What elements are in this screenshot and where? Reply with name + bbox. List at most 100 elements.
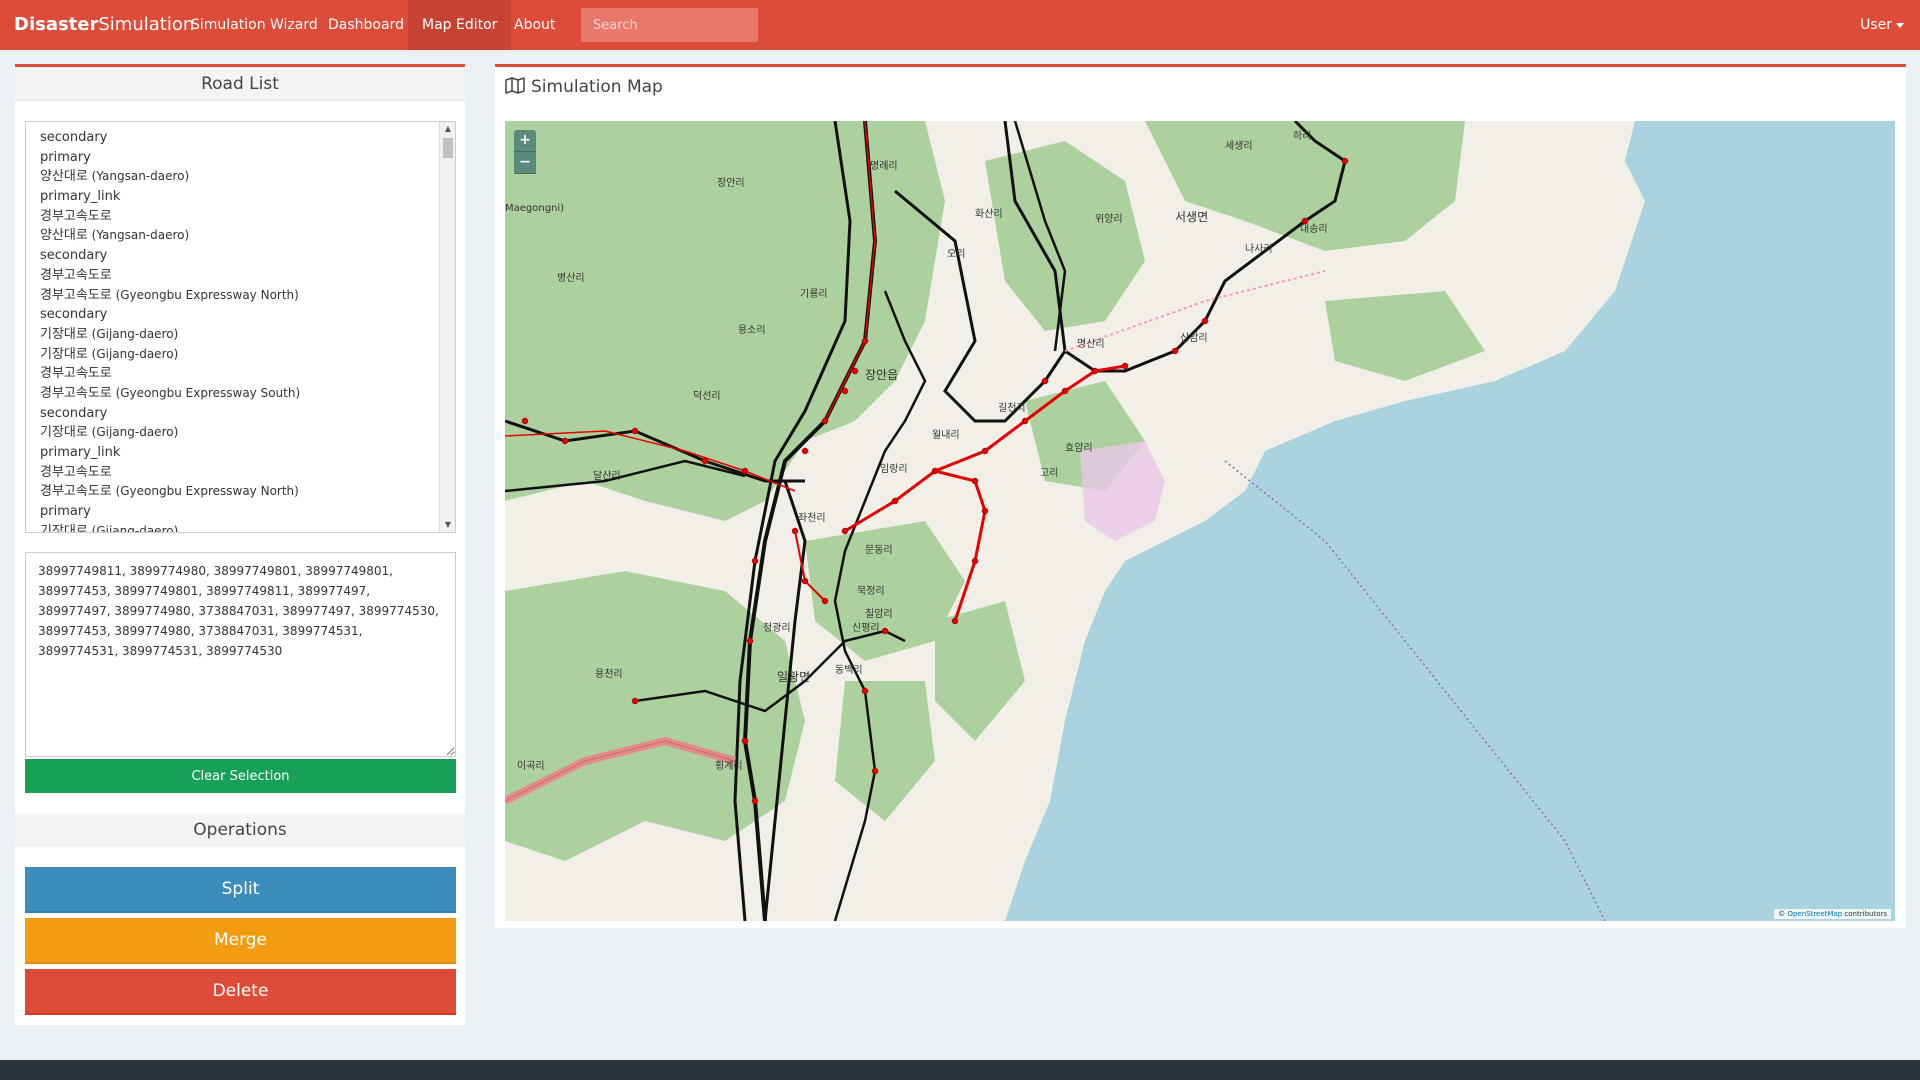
road-list-item[interactable]: secondary xyxy=(40,128,455,148)
road-list-item[interactable]: 경부고속도로 xyxy=(40,207,455,227)
road-name-english: (Gyeongbu Expressway North) xyxy=(111,287,299,302)
road-list-item[interactable]: 양산대로 (Yangsan-daero) xyxy=(40,167,455,187)
operations-title: Operations xyxy=(15,813,465,847)
selected-ids-textarea[interactable]: 38997749811, 3899774980, 38997749801, 38… xyxy=(25,552,456,757)
road-list-item[interactable]: 기장대로 (Gijang-daero) xyxy=(40,345,455,365)
label-hari: 하리 xyxy=(1293,129,1311,142)
road-list-title: Road List xyxy=(15,67,465,101)
chevron-down-icon xyxy=(1896,22,1904,28)
road-list-item[interactable]: 경부고속도로 xyxy=(40,266,455,286)
road-name: primary_link xyxy=(40,445,121,460)
nav-about[interactable]: About xyxy=(500,0,569,50)
scroll-thumb[interactable] xyxy=(443,138,453,158)
label-dalsan-ri: 달산리 xyxy=(593,470,621,482)
road-name: 경부고속도로 xyxy=(40,267,112,283)
search-input[interactable] xyxy=(581,8,758,42)
split-button[interactable]: Split xyxy=(25,867,456,913)
road-list-scrollbar[interactable]: ▲ ▼ xyxy=(439,122,455,532)
road-name: primary xyxy=(40,149,91,165)
attribution-link[interactable]: OpenStreetMap xyxy=(1787,910,1842,918)
road-list-item[interactable]: primary_link xyxy=(40,443,455,463)
label-yongso-ri: 용소리 xyxy=(738,324,766,336)
map-tiles[interactable]: 명례리 장안리 Maegongni) 화산리 위양리 서생면 신암리 대송리 나… xyxy=(505,121,1895,921)
label-ilgwang-myeon: 일광면 xyxy=(777,670,810,684)
scroll-up-icon[interactable]: ▲ xyxy=(440,122,455,136)
label-ori: 오리 xyxy=(947,248,965,260)
road-name-english: (Yangsan-daero) xyxy=(87,228,190,243)
delete-button[interactable]: Delete xyxy=(25,969,456,1015)
label-gori: 고리 xyxy=(1040,467,1058,479)
page-footer xyxy=(0,1060,1920,1080)
road-list-item[interactable]: 기장대로 (Gijang-daero) xyxy=(40,522,455,533)
road-list-item[interactable]: secondary xyxy=(40,305,455,325)
map-title-text: Simulation Map xyxy=(531,77,663,97)
zoom-out-button[interactable]: − xyxy=(514,152,536,174)
label-sinpyeong-ri: 신평리 xyxy=(852,622,880,634)
road-name-english: (Gijang-daero) xyxy=(87,425,179,440)
brand-logo[interactable]: DisasterSimulation xyxy=(14,14,194,35)
road-name-english: (Gyeongbu Expressway North) xyxy=(111,484,299,499)
road-list-item[interactable]: 양산대로 (Yangsan-daero) xyxy=(40,226,455,246)
label-donghae-ri: 동백리 xyxy=(835,664,863,676)
road-list-item[interactable]: secondary xyxy=(40,246,455,266)
label-giryong-ri: 기룡리 xyxy=(800,288,828,300)
map-icon xyxy=(505,77,525,99)
road-list-select[interactable]: secondary primary 양산대로 (Yangsan-daero) prim… xyxy=(25,121,456,533)
user-menu[interactable]: User xyxy=(1860,0,1904,50)
label-jangan-ri: 장안리 xyxy=(717,177,745,189)
road-name-english: (Yangsan-daero) xyxy=(87,169,190,184)
road-name-english: (Gijang-daero) xyxy=(87,523,179,533)
label-nasa-ri: 나사리 xyxy=(1245,243,1273,255)
label-imnang-ri: 임랑리 xyxy=(880,462,908,475)
label-wiyang-ri: 위양리 xyxy=(1095,212,1123,225)
road-list-item[interactable]: 경부고속도로 (Gyeongbu Expressway North) xyxy=(40,482,455,502)
road-list-panel: Road List secondary primary 양산대로 (Yangsan-… xyxy=(15,64,465,814)
label-igok-ri: 이곡리 xyxy=(517,760,545,772)
road-list-item[interactable]: primary_link xyxy=(40,187,455,207)
nav-map-editor[interactable]: Map Editor xyxy=(408,0,512,50)
label-mundong-ri: 문동리 xyxy=(865,544,893,556)
nav-simulation-wizard[interactable]: Simulation Wizard xyxy=(177,0,332,50)
road-list-item[interactable]: secondary xyxy=(40,404,455,424)
road-name: secondary xyxy=(40,307,108,323)
road-name: 경부고속도로 xyxy=(40,208,112,224)
road-list-item[interactable]: 경부고속도로 (Gyeongbu Expressway South) xyxy=(40,384,455,404)
top-navbar: DisasterSimulation Simulation Wizard Das… xyxy=(0,0,1920,50)
road-name: primary_link xyxy=(40,189,121,205)
road-name-english: (Gijang-daero) xyxy=(87,346,179,361)
road-list-item[interactable]: primary xyxy=(40,502,455,522)
map-canvas[interactable]: 명례리 장안리 Maegongni) 화산리 위양리 서생면 신암리 대송리 나… xyxy=(505,121,1895,921)
zoom-control: + − xyxy=(514,130,536,174)
label-byeongsan-ri: 병산리 xyxy=(557,272,585,284)
road-list-item[interactable]: primary xyxy=(40,148,455,168)
label-yongcheon-ri: 용천리 xyxy=(595,668,623,680)
road-name-english: (Gijang-daero) xyxy=(87,326,179,341)
clear-selection-button[interactable]: Clear Selection xyxy=(25,759,456,793)
road-list-item[interactable]: 경부고속도로 xyxy=(40,463,455,483)
user-label: User xyxy=(1860,17,1892,33)
zoom-in-button[interactable]: + xyxy=(514,130,536,152)
attribution-suffix: contributors xyxy=(1842,910,1887,918)
road-name: 양산대로 xyxy=(40,169,88,185)
label-deokseon-ri: 덕선리 xyxy=(693,390,721,402)
road-list-item[interactable]: 기장대로 (Gijang-daero) xyxy=(40,325,455,345)
label-sinam-ri: 신암리 xyxy=(1180,332,1208,344)
road-list-item[interactable]: 경부고속도로 (Gyeongbu Expressway North) xyxy=(40,286,455,306)
road-list-item[interactable]: 기장대로 (Gijang-daero) xyxy=(40,423,455,443)
road-list-item[interactable]: 경부고속도로 xyxy=(40,364,455,384)
road-name: 기장대로 xyxy=(40,425,88,441)
label-gilcheon-ri: 길천리 xyxy=(998,401,1026,414)
label-chilam-ri: 칠암리 xyxy=(865,608,893,620)
label-maegongni: Maegongni) xyxy=(505,203,564,214)
merge-button[interactable]: Merge xyxy=(25,918,456,964)
road-name: 경부고속도로 xyxy=(40,366,112,382)
nav-dashboard[interactable]: Dashboard xyxy=(314,0,418,50)
label-jwacheon-ri: 좌천리 xyxy=(798,512,826,524)
scroll-down-icon[interactable]: ▼ xyxy=(440,518,455,532)
label-daesong-ri: 대송리 xyxy=(1300,223,1328,235)
road-name: secondary xyxy=(40,130,108,145)
road-name: secondary xyxy=(40,405,108,421)
label-mukjeong-ri: 묵정리 xyxy=(857,585,885,597)
road-name: 기장대로 xyxy=(40,346,88,362)
label-cheonggwang-ri: 청광리 xyxy=(763,622,791,634)
